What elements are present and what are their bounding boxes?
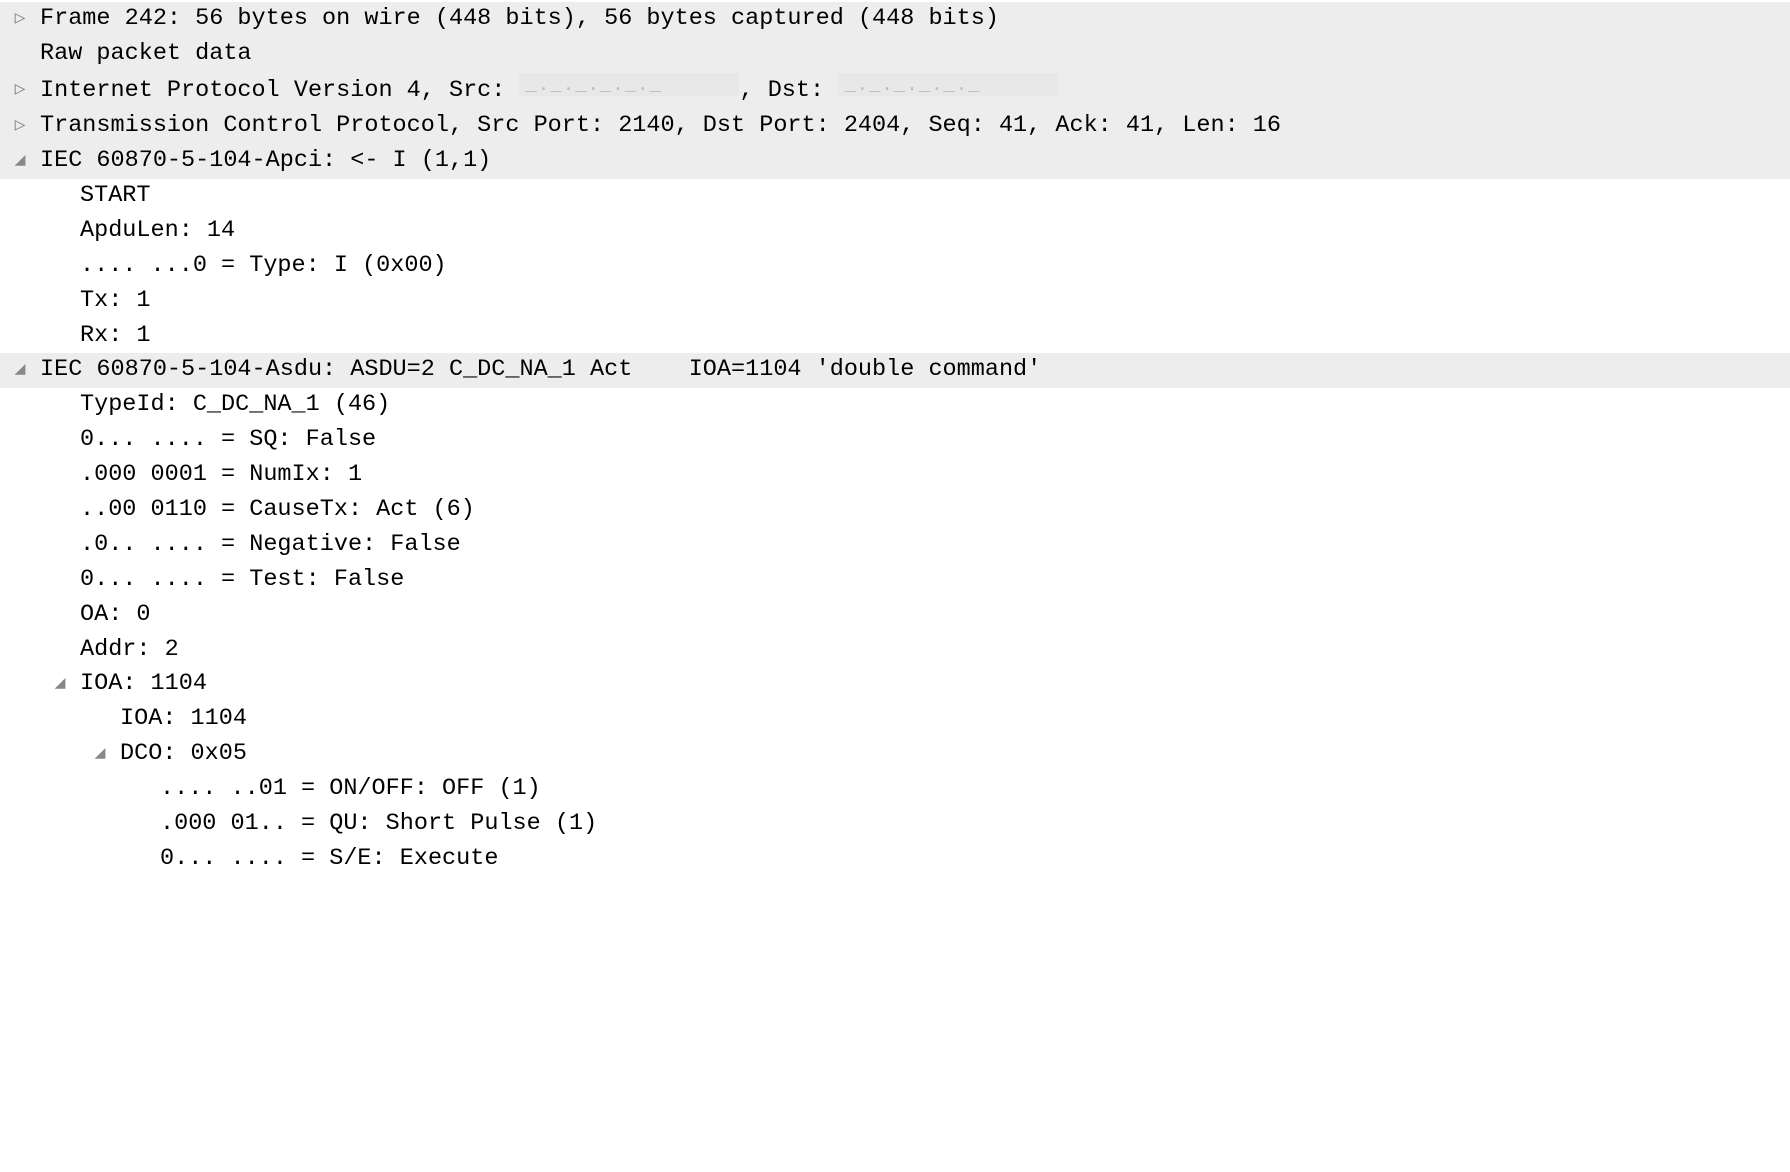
ioa-row[interactable]: ◢ IOA: 1104 (0, 667, 1790, 702)
apci-type-row[interactable]: .... ...0 = Type: I (0x00) (0, 249, 1790, 284)
ip-row[interactable]: ▷ Internet Protocol Version 4, Src: , Ds… (0, 72, 1790, 109)
dco-hdr-text: DCO: 0x05 (120, 738, 247, 771)
ioa-val-row[interactable]: IOA: 1104 (0, 702, 1790, 737)
collapse-icon[interactable]: ▷ (0, 78, 40, 103)
dco-qu-text: .000 01.. = QU: Short Pulse (1) (40, 808, 597, 841)
asdu-test-text: 0... .... = Test: False (40, 564, 404, 597)
asdu-numix-text: .000 0001 = NumIx: 1 (40, 459, 362, 492)
apci-rx-text: Rx: 1 (40, 320, 151, 353)
expand-icon[interactable]: ◢ (0, 358, 40, 383)
ip-mid: , Dst: (739, 75, 838, 108)
expand-icon[interactable]: ◢ (0, 149, 40, 174)
apci-len-row[interactable]: ApduLen: 14 (0, 214, 1790, 249)
packet-details-tree: ▷ Frame 242: 56 bytes on wire (448 bits)… (0, 0, 1790, 879)
asdu-sq-row[interactable]: 0... .... = SQ: False (0, 423, 1790, 458)
asdu-neg-row[interactable]: .0.. .... = Negative: False (0, 528, 1790, 563)
asdu-text: IEC 60870-5-104-Asdu: ASDU=2 C_DC_NA_1 A… (40, 354, 1041, 387)
apci-start-text: START (40, 180, 151, 213)
asdu-typeid-text: TypeId: C_DC_NA_1 (46) (40, 389, 390, 422)
frame-text: Frame 242: 56 bytes on wire (448 bits), … (40, 3, 999, 36)
tcp-text: Transmission Control Protocol, Src Port:… (40, 110, 1281, 143)
asdu-addr-text: Addr: 2 (40, 634, 179, 667)
dco-row[interactable]: ◢ DCO: 0x05 (0, 737, 1790, 772)
ioa-val-text: IOA: 1104 (40, 703, 247, 736)
dco-se-text: 0... .... = S/E: Execute (40, 843, 498, 876)
asdu-neg-text: .0.. .... = Negative: False (40, 529, 461, 562)
asdu-cause-text: ..00 0110 = CauseTx: Act (6) (40, 494, 475, 527)
ioa-hdr-text: IOA: 1104 (80, 668, 207, 701)
apci-rx-row[interactable]: Rx: 1 (0, 319, 1790, 354)
asdu-oa-text: OA: 0 (40, 599, 151, 632)
asdu-oa-row[interactable]: OA: 0 (0, 598, 1790, 633)
tcp-row[interactable]: ▷ Transmission Control Protocol, Src Por… (0, 109, 1790, 144)
asdu-addr-row[interactable]: Addr: 2 (0, 633, 1790, 668)
asdu-typeid-row[interactable]: TypeId: C_DC_NA_1 (46) (0, 388, 1790, 423)
dco-onoff-row[interactable]: .... ..01 = ON/OFF: OFF (1) (0, 772, 1790, 807)
apci-start-row[interactable]: START (0, 179, 1790, 214)
dco-qu-row[interactable]: .000 01.. = QU: Short Pulse (1) (0, 807, 1790, 842)
expand-icon[interactable]: ◢ (80, 742, 120, 767)
apci-tx-row[interactable]: Tx: 1 (0, 284, 1790, 319)
asdu-numix-row[interactable]: .000 0001 = NumIx: 1 (0, 458, 1790, 493)
asdu-test-row[interactable]: 0... .... = Test: False (0, 563, 1790, 598)
raw-packet-row[interactable]: Raw packet data (0, 37, 1790, 72)
asdu-cause-row[interactable]: ..00 0110 = CauseTx: Act (6) (0, 493, 1790, 528)
apci-type-text: .... ...0 = Type: I (0x00) (40, 250, 447, 283)
apci-tx-text: Tx: 1 (40, 285, 151, 318)
apci-row[interactable]: ◢ IEC 60870-5-104-Apci: <- I (1,1) (0, 144, 1790, 179)
apci-len-text: ApduLen: 14 (40, 215, 235, 248)
dco-se-row[interactable]: 0... .... = S/E: Execute (0, 842, 1790, 877)
apci-text: IEC 60870-5-104-Apci: <- I (1,1) (40, 145, 491, 178)
raw-packet-text: Raw packet data (40, 38, 252, 71)
expand-icon[interactable]: ◢ (40, 672, 80, 697)
ip-src-redacted (519, 73, 739, 97)
collapse-icon[interactable]: ▷ (0, 7, 40, 32)
collapse-icon[interactable]: ▷ (0, 114, 40, 139)
dco-onoff-text: .... ..01 = ON/OFF: OFF (1) (40, 773, 541, 806)
ip-prefix: Internet Protocol Version 4, Src: (40, 75, 519, 108)
ip-dst-redacted (838, 73, 1058, 97)
asdu-row[interactable]: ◢ IEC 60870-5-104-Asdu: ASDU=2 C_DC_NA_1… (0, 353, 1790, 388)
asdu-sq-text: 0... .... = SQ: False (40, 424, 376, 457)
frame-row[interactable]: ▷ Frame 242: 56 bytes on wire (448 bits)… (0, 2, 1790, 37)
